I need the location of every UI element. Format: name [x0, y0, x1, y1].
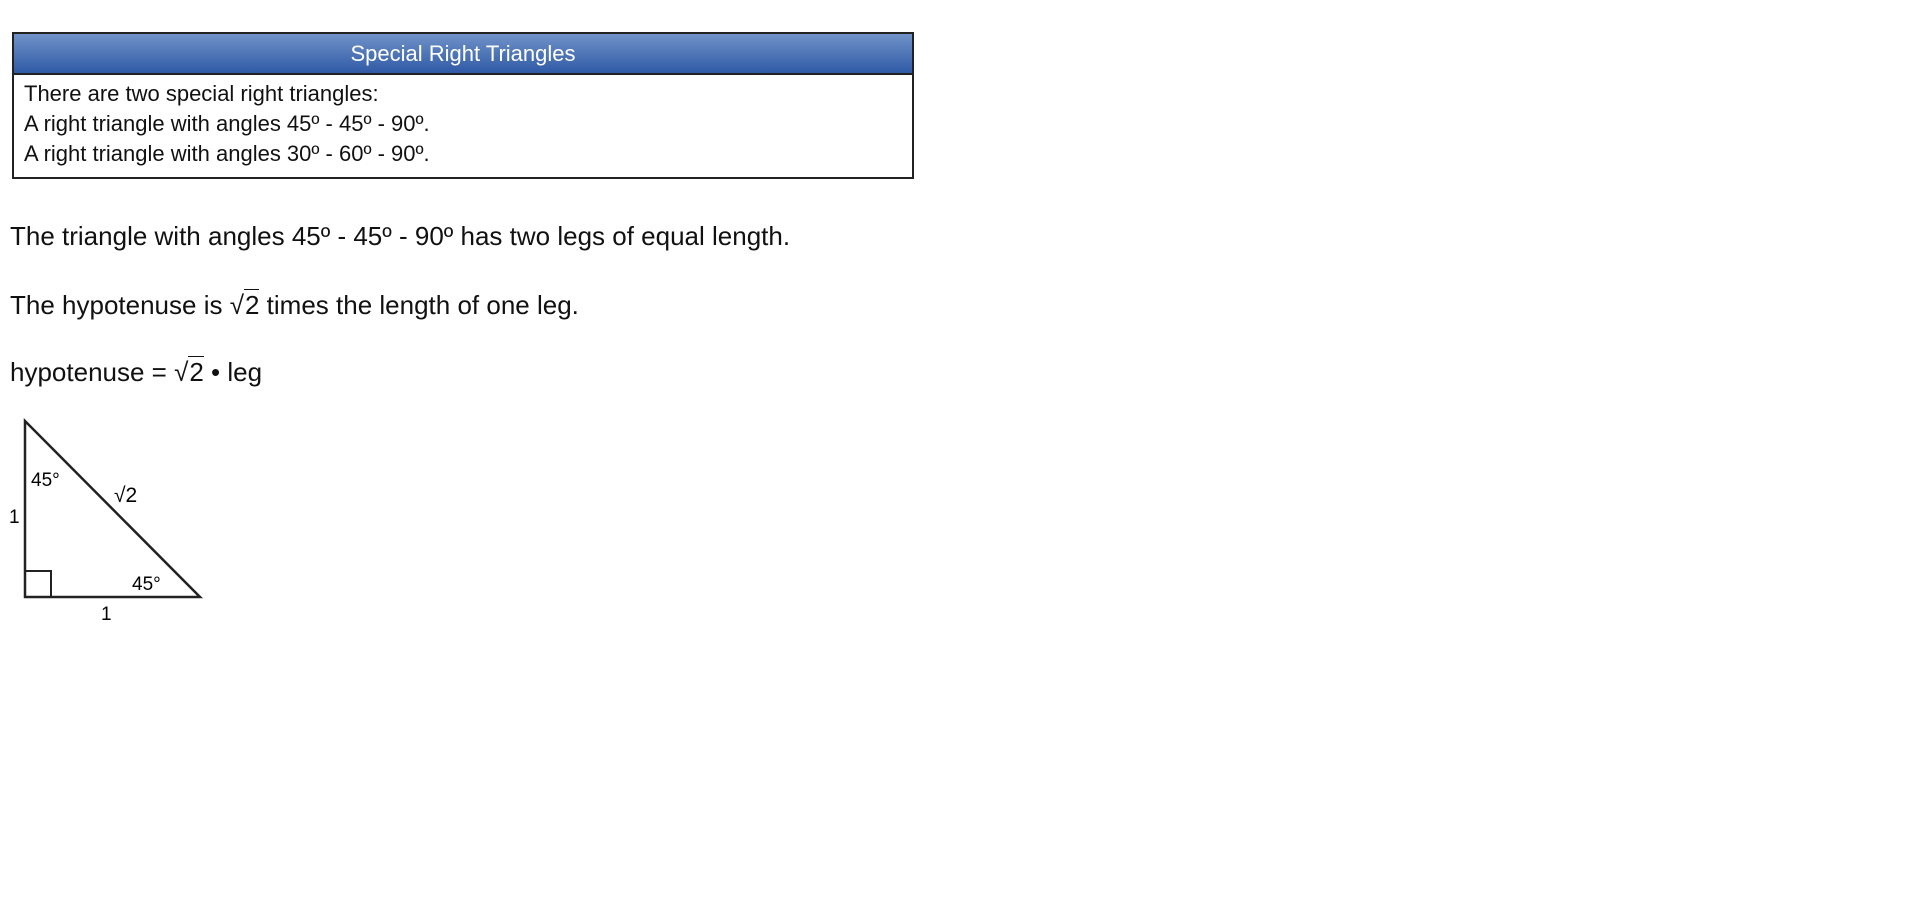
formula: hypotenuse = √2 • leg — [10, 356, 263, 388]
paragraph-equal-legs: The triangle with angles 45º - 45º - 90º… — [10, 221, 791, 251]
paragraph-hypotenuse: The hypotenuse is √2 times the length of… — [10, 289, 579, 321]
info-box-body: There are two special right triangles: A… — [14, 75, 912, 173]
text: • leg — [203, 357, 263, 387]
text: times the length of one leg. — [259, 290, 579, 320]
info-box: Special Right Triangles There are two sp… — [12, 32, 914, 179]
bottom-leg-label: 1 — [101, 604, 112, 625]
text: hypotenuse = — [10, 357, 175, 387]
top-angle-label: 45° — [31, 470, 60, 491]
hypotenuse-label: √2 — [114, 484, 137, 507]
info-line: A right triangle with angles 45º - 45º -… — [24, 111, 430, 136]
info-box-title: Special Right Triangles — [14, 34, 912, 75]
bottom-angle-label: 45° — [132, 574, 161, 595]
info-line: There are two special right triangles: — [24, 81, 379, 106]
sqrt-symbol: √2 — [229, 289, 260, 320]
info-line: A right triangle with angles 30º - 60º -… — [24, 141, 430, 166]
triangle-diagram: 45° 45° √2 1 1 — [9, 417, 204, 625]
text: The hypotenuse is — [10, 290, 230, 320]
left-leg-label: 1 — [9, 507, 20, 528]
radicand: 2 — [188, 356, 204, 387]
radicand: 2 — [243, 289, 260, 320]
right-angle-marker — [24, 570, 52, 598]
sqrt-symbol: √2 — [174, 356, 204, 387]
